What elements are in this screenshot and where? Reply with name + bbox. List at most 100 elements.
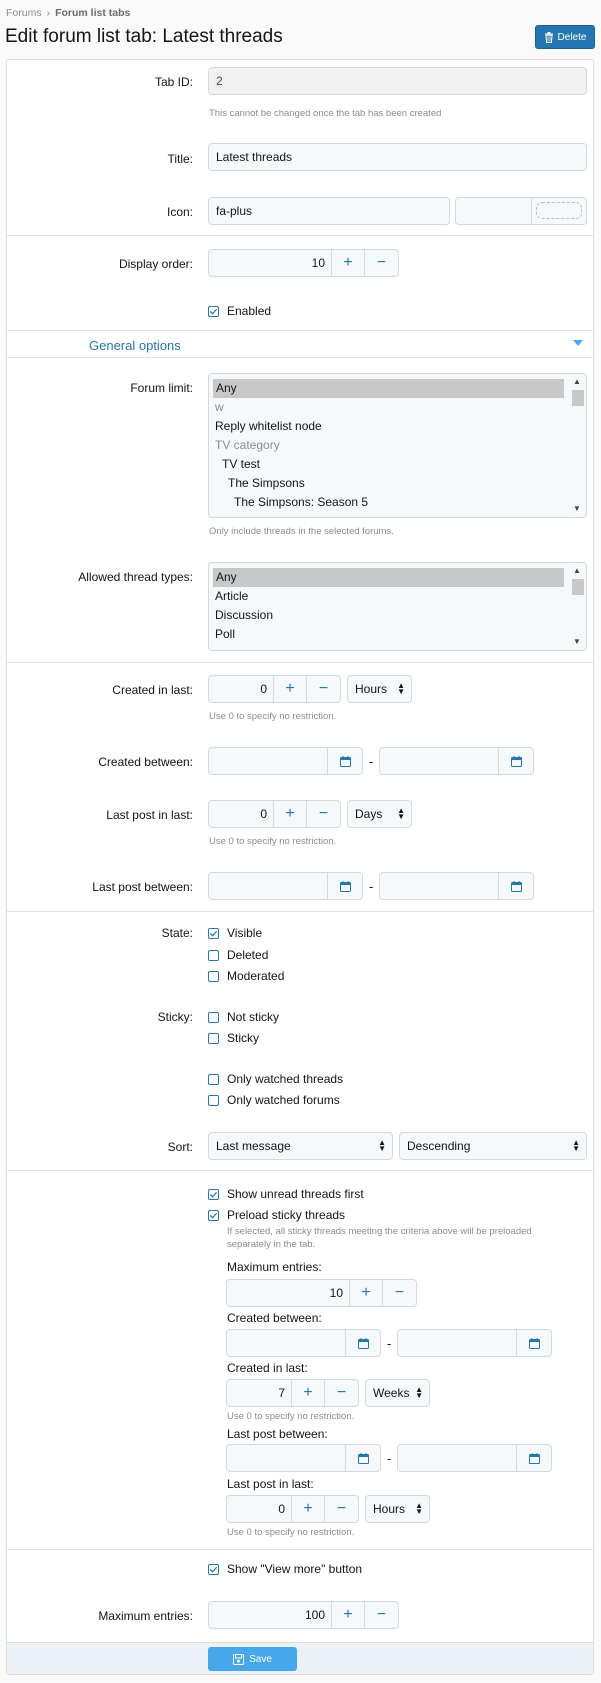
forum-option[interactable]: TV category xyxy=(209,436,586,455)
preload-last-post-between-end-date[interactable] xyxy=(397,1444,552,1472)
date-input[interactable] xyxy=(398,1445,517,1471)
forum-option[interactable]: Reply whitelist node xyxy=(209,417,586,436)
preload-created-between-end-date[interactable] xyxy=(397,1329,552,1357)
checkbox-box[interactable] xyxy=(208,1094,219,1106)
scroll-up-icon[interactable]: ▲ xyxy=(572,567,582,575)
preload-created-in-last-increment-button[interactable]: + xyxy=(292,1380,325,1406)
show-unread-first-checkbox[interactable]: Show unread threads first xyxy=(208,1187,364,1201)
not-sticky-checkbox[interactable]: Not sticky xyxy=(208,1010,279,1024)
thread-type-option[interactable]: Poll xyxy=(209,625,586,644)
chevron-down-icon[interactable] xyxy=(573,339,583,347)
checkbox-box[interactable] xyxy=(208,1032,219,1044)
thread-types-listbox[interactable]: Any Article Discussion Poll ▲ ▼ xyxy=(208,562,587,651)
preload-created-in-last-value[interactable]: 7 xyxy=(227,1380,292,1406)
preload-last-post-in-last-stepper[interactable]: 0 + − xyxy=(226,1495,359,1523)
preload-max-entries-decrement-button[interactable]: − xyxy=(383,1280,416,1306)
breadcrumb-forum-list-tabs[interactable]: Forum list tabs xyxy=(55,7,130,19)
checkbox-box[interactable] xyxy=(208,1188,219,1200)
preload-last-post-in-last-increment-button[interactable]: + xyxy=(292,1496,325,1522)
last-post-in-last-value[interactable]: 0 xyxy=(209,801,274,827)
checkbox-box[interactable] xyxy=(208,305,219,317)
state-deleted-checkbox[interactable]: Deleted xyxy=(208,948,268,962)
icon-preview-placeholder[interactable] xyxy=(536,202,582,219)
breadcrumb-forums[interactable]: Forums xyxy=(6,7,42,19)
calendar-icon[interactable] xyxy=(328,873,362,899)
checkbox-box[interactable] xyxy=(208,1209,219,1221)
display-order-stepper[interactable]: 10 + − xyxy=(208,249,399,277)
thread-type-option[interactable]: Any xyxy=(213,568,564,587)
date-input[interactable] xyxy=(227,1330,346,1356)
last-post-between-start-date[interactable] xyxy=(208,872,363,900)
calendar-icon[interactable] xyxy=(346,1330,380,1356)
calendar-icon[interactable] xyxy=(517,1445,551,1471)
date-input[interactable] xyxy=(209,748,328,774)
calendar-icon[interactable] xyxy=(328,748,362,774)
scroll-down-icon[interactable]: ▼ xyxy=(572,638,582,646)
date-input[interactable] xyxy=(380,873,499,899)
max-entries-increment-button[interactable]: + xyxy=(332,1602,365,1628)
state-moderated-checkbox[interactable]: Moderated xyxy=(208,969,284,983)
calendar-icon[interactable] xyxy=(499,748,533,774)
preload-max-entries-stepper[interactable]: 10 + − xyxy=(226,1279,417,1307)
preload-created-in-last-unit-select[interactable]: Weeks ▲ ▼ xyxy=(365,1379,430,1407)
created-in-last-unit-select[interactable]: Hours ▲ ▼ xyxy=(347,675,412,703)
created-in-last-value[interactable]: 0 xyxy=(209,676,274,702)
preload-created-between-start-date[interactable] xyxy=(226,1329,381,1357)
thread-types-scrollbar[interactable]: ▲ ▼ xyxy=(569,563,586,650)
forum-option[interactable]: Any xyxy=(213,379,564,398)
max-entries-value[interactable]: 100 xyxy=(209,1602,332,1628)
preload-max-entries-increment-button[interactable]: + xyxy=(350,1280,383,1306)
date-input[interactable] xyxy=(227,1445,346,1471)
checkbox-box[interactable] xyxy=(208,970,219,982)
title-input[interactable]: Latest threads xyxy=(208,143,587,171)
icon-input[interactable]: fa-plus xyxy=(208,197,450,225)
checkbox-box[interactable] xyxy=(208,927,219,939)
calendar-icon[interactable] xyxy=(517,1330,551,1356)
forum-option[interactable]: The Simpsons: Season 5 xyxy=(209,493,586,512)
forum-option[interactable]: The Simpsons xyxy=(209,474,586,493)
date-input[interactable] xyxy=(209,873,328,899)
created-between-end-date[interactable] xyxy=(379,747,534,775)
forum-option[interactable]: TV test xyxy=(209,455,586,474)
created-in-last-stepper[interactable]: 0 + − xyxy=(208,675,341,703)
created-in-last-decrement-button[interactable]: − xyxy=(307,676,340,702)
last-post-in-last-unit-select[interactable]: Days ▲ ▼ xyxy=(347,800,412,828)
thread-type-option[interactable]: Article xyxy=(209,587,586,606)
last-post-between-end-date[interactable] xyxy=(379,872,534,900)
preload-last-post-in-last-unit-select[interactable]: Hours ▲ ▼ xyxy=(365,1495,430,1523)
checkbox-box[interactable] xyxy=(208,949,219,961)
last-post-in-last-increment-button[interactable]: + xyxy=(274,801,307,827)
save-button[interactable]: Save xyxy=(208,1647,297,1671)
sort-direction-select[interactable]: Descending ▲ ▼ xyxy=(399,1132,587,1160)
scroll-thumb[interactable] xyxy=(572,579,584,595)
max-entries-stepper[interactable]: 100 + − xyxy=(208,1601,399,1629)
enabled-checkbox[interactable]: Enabled xyxy=(208,304,271,318)
preload-created-in-last-decrement-button[interactable]: − xyxy=(325,1380,358,1406)
show-view-more-checkbox[interactable]: Show "View more" button xyxy=(208,1562,362,1576)
general-options-header[interactable]: General options xyxy=(7,330,593,358)
created-in-last-increment-button[interactable]: + xyxy=(274,676,307,702)
state-visible-checkbox[interactable]: Visible xyxy=(208,926,262,940)
date-input[interactable] xyxy=(398,1330,517,1356)
checkbox-box[interactable] xyxy=(208,1563,219,1575)
only-watched-threads-checkbox[interactable]: Only watched threads xyxy=(208,1072,343,1086)
max-entries-decrement-button[interactable]: − xyxy=(365,1602,398,1628)
sort-field-select[interactable]: Last message ▲ ▼ xyxy=(208,1132,393,1160)
icon-preview-field[interactable] xyxy=(455,197,587,225)
sticky-checkbox[interactable]: Sticky xyxy=(208,1031,259,1045)
display-order-decrement-button[interactable]: − xyxy=(365,250,398,276)
scroll-down-icon[interactable]: ▼ xyxy=(572,505,582,513)
preload-sticky-checkbox[interactable]: Preload sticky threads xyxy=(208,1208,345,1222)
checkbox-box[interactable] xyxy=(208,1073,219,1085)
forum-option[interactable]: w xyxy=(209,398,586,417)
checkbox-box[interactable] xyxy=(208,1011,219,1023)
last-post-in-last-stepper[interactable]: 0 + − xyxy=(208,800,341,828)
scroll-up-icon[interactable]: ▲ xyxy=(572,378,582,386)
preload-last-post-in-last-decrement-button[interactable]: − xyxy=(325,1496,358,1522)
calendar-icon[interactable] xyxy=(499,873,533,899)
preload-last-post-in-last-value[interactable]: 0 xyxy=(227,1496,292,1522)
forum-limit-listbox[interactable]: Any w Reply whitelist node TV category T… xyxy=(208,373,587,518)
scroll-thumb[interactable] xyxy=(572,390,584,406)
forum-limit-scrollbar[interactable]: ▲ ▼ xyxy=(569,374,586,517)
display-order-value[interactable]: 10 xyxy=(209,250,332,276)
